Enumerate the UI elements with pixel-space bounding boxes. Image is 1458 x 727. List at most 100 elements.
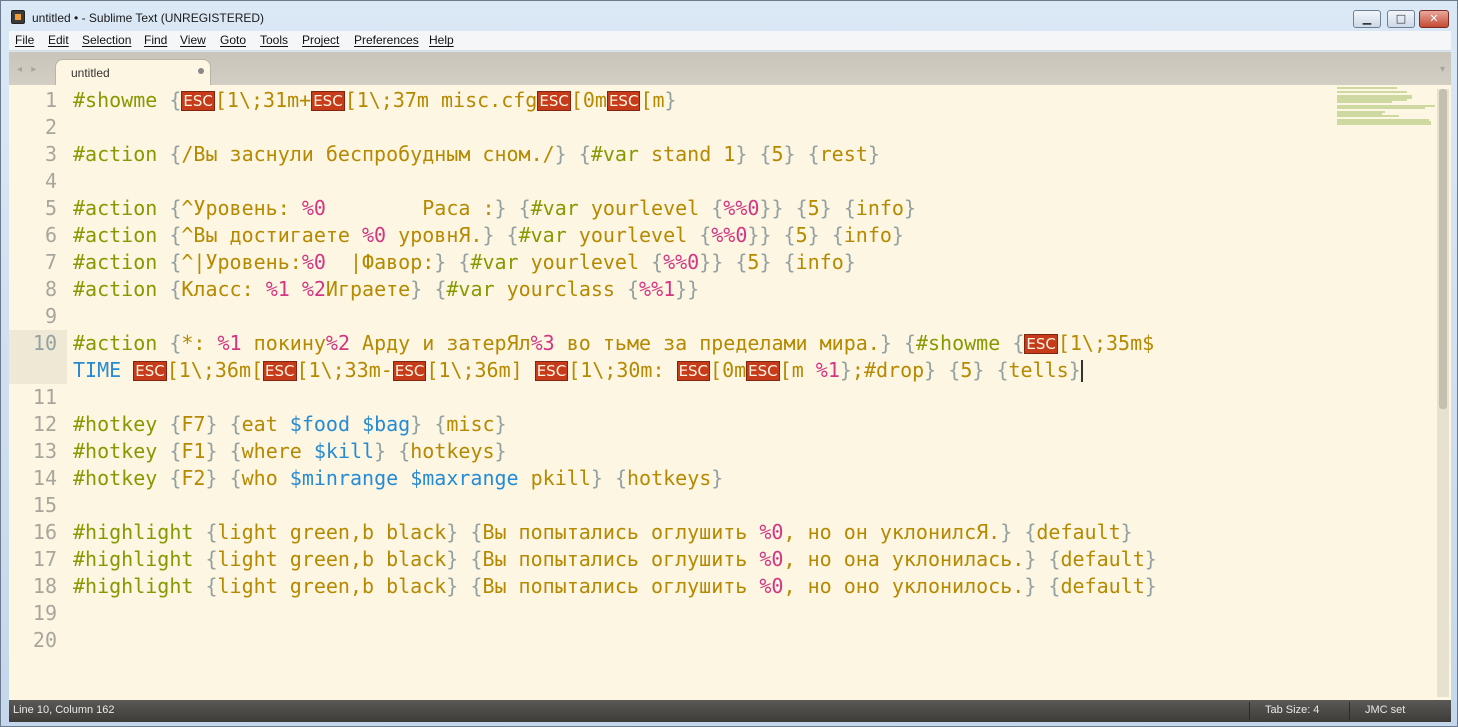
code-line[interactable]: #action {^Вы достигаете %0 уровнЯ.} {#va… bbox=[73, 222, 904, 249]
code-token: { bbox=[759, 142, 772, 166]
code-token: Играете bbox=[325, 277, 411, 301]
menu-project[interactable]: Project bbox=[302, 33, 339, 47]
code-token: Арду и затерЯл bbox=[350, 331, 531, 355]
code-token: }} bbox=[747, 223, 772, 247]
title-bar[interactable]: untitled • - Sublime Text (UNREGISTERED)… bbox=[1, 1, 1457, 31]
tab-nav-arrows-icon[interactable]: ◂ ▸ bbox=[17, 64, 39, 75]
code-token: #var bbox=[446, 277, 495, 301]
code-line[interactable]: #action {^|Уровень:%0 |Фавор:} {#var you… bbox=[73, 249, 856, 276]
code-token: { bbox=[205, 520, 218, 544]
code-token: { bbox=[169, 250, 182, 274]
code-token: #hotkey bbox=[73, 412, 158, 436]
code-token: Вы попытались оглушить bbox=[482, 520, 760, 544]
line-number: 11 bbox=[32, 385, 57, 409]
code-line[interactable]: #action {^Уровень: %0 Раса :} {#var your… bbox=[73, 195, 916, 222]
tab-list-chevron-icon[interactable]: ▾ bbox=[1440, 64, 1445, 75]
code-token: #action bbox=[73, 223, 158, 247]
code-token: } bbox=[446, 520, 459, 544]
line-number: 15 bbox=[32, 493, 57, 517]
code-line[interactable]: #highlight {light green,b black} {Вы поп… bbox=[73, 573, 1157, 600]
code-token: light green,b black bbox=[217, 520, 447, 544]
menu-goto[interactable]: Goto bbox=[220, 33, 246, 47]
code-token: [1\;33m- bbox=[296, 358, 393, 382]
code-token: { bbox=[205, 547, 218, 571]
code-token: } bbox=[711, 466, 724, 490]
minimize-button[interactable]: ▁ bbox=[1353, 10, 1381, 28]
code-token: default bbox=[1036, 520, 1121, 544]
code-token: { bbox=[903, 331, 916, 355]
code-line[interactable]: #hotkey {F2} {who $minrange $maxrange pk… bbox=[73, 465, 723, 492]
code-line[interactable]: #highlight {light green,b black} {Вы поп… bbox=[73, 519, 1133, 546]
code-token: #var bbox=[518, 223, 567, 247]
code-token: } bbox=[494, 196, 507, 220]
menu-edit[interactable]: Edit bbox=[48, 33, 69, 47]
code-token: %0 bbox=[759, 520, 784, 544]
menu-file[interactable]: File bbox=[15, 33, 34, 47]
code-line[interactable]: #action {Класс: %1 %2Играете} {#var your… bbox=[73, 276, 699, 303]
code-line[interactable]: #showme {ESC [1\;31m+ ESC [1\;37m misc.cfg E… bbox=[73, 87, 677, 114]
code-token: $minrange bbox=[289, 466, 399, 490]
code-token: info bbox=[843, 223, 892, 247]
code-line[interactable]: #action {/Вы заснули беспробудным сном./… bbox=[73, 141, 880, 168]
code-line[interactable]: #action {*: %1 покину%2 Арду и затерЯл%3… bbox=[73, 330, 1154, 357]
escape-char-badge: ESC bbox=[534, 361, 569, 381]
syntax-indicator[interactable]: JMC set bbox=[1365, 704, 1405, 716]
tab-size-indicator[interactable]: Tab Size: 4 bbox=[1265, 704, 1319, 716]
code-token: { bbox=[831, 223, 844, 247]
menu-view[interactable]: View bbox=[180, 33, 206, 47]
code-token: { bbox=[614, 466, 627, 490]
close-button[interactable]: ✕ bbox=[1419, 10, 1449, 28]
code-token: покину bbox=[241, 331, 326, 355]
code-token: { bbox=[169, 142, 182, 166]
code-token: { bbox=[169, 196, 182, 220]
window-title: untitled • - Sublime Text (UNREGISTERED) bbox=[32, 11, 265, 25]
code-token: light green,b black bbox=[217, 574, 447, 598]
minimap-line bbox=[1337, 123, 1431, 125]
code-token: #showme bbox=[915, 331, 1001, 355]
code-token: } bbox=[1120, 520, 1133, 544]
line-number: 19 bbox=[32, 601, 57, 625]
maximize-button[interactable]: □ bbox=[1387, 10, 1415, 28]
code-token: , но она уклонилась. bbox=[783, 547, 1025, 571]
menu-find[interactable]: Find bbox=[144, 33, 167, 47]
scrollbar-thumb[interactable] bbox=[1439, 89, 1447, 409]
code-token: where bbox=[241, 439, 314, 463]
tab-untitled[interactable]: untitled bbox=[55, 59, 211, 85]
code-token: %1 bbox=[217, 331, 242, 355]
minimap[interactable] bbox=[1337, 87, 1437, 127]
code-token: } bbox=[205, 466, 218, 490]
menu-preferences[interactable]: Preferences bbox=[354, 33, 419, 47]
code-token: } bbox=[664, 88, 677, 112]
code-line[interactable]: #hotkey {F1} {where $kill} {hotkeys} bbox=[73, 438, 507, 465]
status-divider bbox=[1349, 702, 1350, 720]
tab-bar: ◂ ▸ untitled ▾ bbox=[9, 52, 1451, 85]
menu-help[interactable]: Help bbox=[429, 33, 454, 47]
code-token: } bbox=[1068, 358, 1081, 382]
code-token: ^Вы достигаете bbox=[181, 223, 363, 247]
line-number: 1 bbox=[44, 88, 57, 112]
menu-tools[interactable]: Tools bbox=[260, 33, 288, 47]
code-token: misc bbox=[446, 412, 495, 436]
code-token: } bbox=[819, 196, 832, 220]
code-token: %0 bbox=[759, 574, 784, 598]
code-line[interactable]: TIME ESC [1\;36m[ESC [1\;33m- ESC [1\;36m] E… bbox=[73, 357, 1081, 384]
vertical-scrollbar[interactable] bbox=[1437, 89, 1449, 697]
code-token: { bbox=[169, 331, 182, 355]
code-token: , но оно уклонилось. bbox=[783, 574, 1025, 598]
code-token: stand 1 bbox=[638, 142, 736, 166]
code-token: [1\;37m misc.cfg bbox=[344, 88, 538, 112]
unsaved-dot-icon[interactable] bbox=[198, 68, 204, 74]
code-line[interactable]: #highlight {light green,b black} {Вы поп… bbox=[73, 546, 1157, 573]
editor-area[interactable]: 1 2 3 4 5 6 7 8 9 10 11 12 13 14 15 16 17 18 19 20 #showme … bbox=[9, 85, 1451, 700]
code-line[interactable]: #hotkey {F7} {eat $food $bag} {misc} bbox=[73, 411, 507, 438]
menu-selection[interactable]: Selection bbox=[82, 33, 131, 47]
